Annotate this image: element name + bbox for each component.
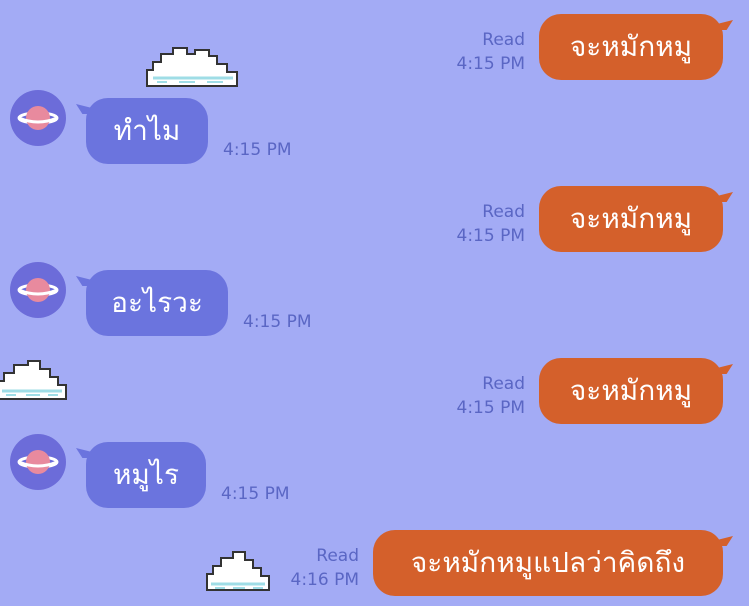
incoming-message-bubble[interactable]: อะไรวะ bbox=[86, 270, 228, 336]
pixel-cloud-icon bbox=[206, 551, 270, 591]
outgoing-message-bubble[interactable]: จะหมักหมู bbox=[539, 14, 723, 80]
message-meta: Read 4:16 PM bbox=[291, 544, 360, 592]
read-receipt: Read bbox=[482, 30, 525, 50]
message-meta: Read 4:15 PM bbox=[457, 28, 526, 76]
timestamp: 4:15 PM bbox=[243, 312, 312, 332]
avatar[interactable] bbox=[10, 90, 66, 146]
incoming-message-bubble[interactable]: ทำไม bbox=[86, 98, 208, 164]
message-meta: Read 4:15 PM bbox=[457, 372, 526, 420]
planet-icon bbox=[17, 106, 59, 130]
read-receipt: Read bbox=[482, 202, 525, 222]
timestamp: 4:16 PM bbox=[290, 570, 360, 590]
timestamp: 4:15 PM bbox=[456, 398, 526, 418]
planet-icon bbox=[17, 450, 59, 474]
read-receipt: Read bbox=[316, 546, 359, 566]
outgoing-message-bubble[interactable]: จะหมักหมูแปลว่าคิดถึง bbox=[373, 530, 723, 596]
timestamp: 4:15 PM bbox=[221, 484, 290, 504]
outgoing-message-bubble[interactable]: จะหมักหมู bbox=[539, 358, 723, 424]
pixel-cloud-icon bbox=[146, 47, 238, 87]
planet-icon bbox=[17, 278, 59, 302]
pixel-cloud-icon bbox=[0, 360, 67, 400]
read-receipt: Read bbox=[482, 374, 525, 394]
timestamp: 4:15 PM bbox=[456, 226, 526, 246]
timestamp: 4:15 PM bbox=[456, 54, 526, 74]
avatar[interactable] bbox=[10, 434, 66, 490]
avatar[interactable] bbox=[10, 262, 66, 318]
timestamp: 4:15 PM bbox=[223, 140, 292, 160]
outgoing-message-bubble[interactable]: จะหมักหมู bbox=[539, 186, 723, 252]
incoming-message-bubble[interactable]: หมูไร bbox=[86, 442, 206, 508]
message-meta: Read 4:15 PM bbox=[457, 200, 526, 248]
